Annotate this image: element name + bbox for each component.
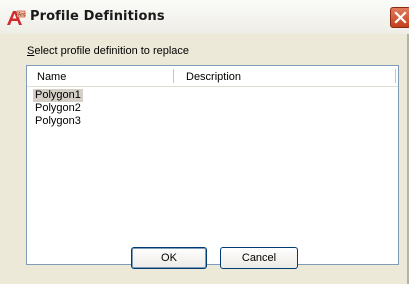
dialog-body: Select profile definition to replace Nam…	[0, 34, 409, 284]
prompt-text: elect profile definition to replace	[34, 45, 190, 57]
profile-definitions-list[interactable]: Name Description Polygon1 Polygon2 Polyg…	[26, 65, 399, 265]
profile-definitions-dialog: Arc Profile Definitions Select profile d…	[0, 0, 409, 284]
select-profile-prompt: Select profile definition to replace	[27, 45, 189, 57]
list-item-name: Polygon2	[35, 102, 81, 114]
list-header: Name Description	[27, 66, 398, 87]
svg-text:Arc: Arc	[18, 12, 26, 18]
cancel-button[interactable]: Cancel	[220, 247, 298, 269]
list-item-name: Polygon3	[35, 115, 81, 127]
autocad-architecture-icon: Arc	[6, 9, 26, 27]
list-item-polygon1[interactable]: Polygon1	[33, 89, 83, 102]
column-header-name[interactable]: Name	[37, 71, 66, 83]
list-item-polygon2[interactable]: Polygon2	[33, 102, 83, 115]
window-title: Profile Definitions	[30, 9, 165, 24]
list-item-polygon3[interactable]: Polygon3	[33, 115, 83, 128]
column-header-description[interactable]: Description	[186, 71, 241, 83]
ok-button[interactable]: OK	[131, 247, 207, 269]
column-divider[interactable]	[395, 69, 396, 83]
title-bar[interactable]: Arc Profile Definitions	[0, 0, 409, 35]
list-item-name: Polygon1	[35, 89, 81, 101]
close-icon	[394, 11, 407, 24]
close-button[interactable]	[390, 7, 409, 28]
column-divider[interactable]	[173, 69, 174, 83]
